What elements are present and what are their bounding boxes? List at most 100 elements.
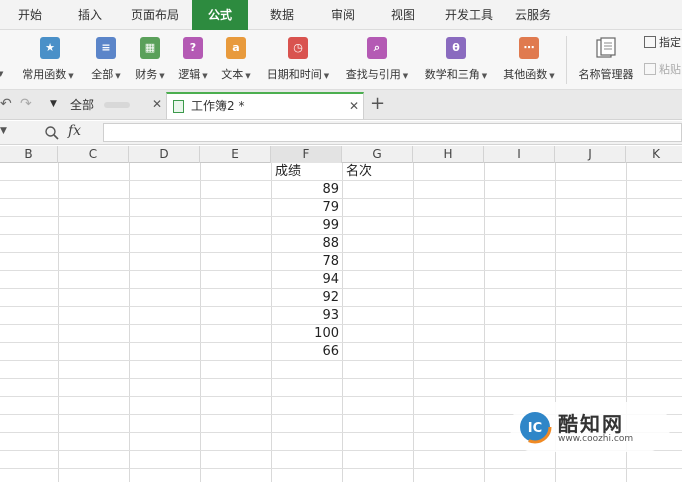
formula-bar: ▼ fx [0, 121, 682, 145]
column-header-k[interactable]: K [626, 146, 682, 163]
new-tab-icon[interactable]: + [370, 93, 385, 114]
score-cell[interactable]: 99 [271, 217, 342, 234]
insert-function-fx-icon[interactable]: fx [68, 123, 81, 139]
insert-function-button[interactable]: ▼ [0, 30, 12, 90]
math-trig-label: 数学和三角 [424, 68, 480, 81]
all-functions-button[interactable]: ≡ 全部 ▼ [86, 30, 126, 90]
chevron-down-icon: ▼ [323, 72, 330, 80]
tab-view[interactable]: 视图 [374, 0, 432, 30]
customize-toolbar-icon[interactable]: ▼ [50, 99, 57, 109]
zoom-icon[interactable] [44, 125, 60, 141]
date-time-button[interactable]: ◷ 日期和时间 ▼ [260, 30, 336, 90]
finance-icon: ▦ [140, 37, 160, 59]
list-icon: ≡ [96, 37, 116, 59]
spreadsheet-file-icon [173, 100, 184, 113]
lookup-reference-label: 查找与引用 [345, 68, 401, 81]
specify-label: 指定 [659, 36, 681, 49]
redo-icon[interactable]: ↷ [20, 96, 32, 112]
insert-function-label: ▼ [0, 66, 12, 79]
specify-icon [644, 36, 656, 48]
column-header-e[interactable]: E [200, 146, 271, 163]
chevron-down-icon: ▼ [0, 70, 4, 78]
name-manager-button[interactable]: 名称管理器 [572, 30, 640, 90]
tab-formulas[interactable]: 公式 [192, 0, 248, 30]
column-header-g[interactable]: G [342, 146, 413, 163]
score-cell[interactable]: 92 [271, 289, 342, 306]
date-time-label: 日期和时间 [266, 68, 322, 81]
tab-cloud[interactable]: 云服务 [504, 0, 562, 30]
magnifier-icon: ⌕ [367, 37, 387, 59]
undo-icon[interactable]: ↶ [0, 96, 12, 112]
paste-button[interactable]: 粘贴 [644, 62, 681, 78]
coozhi-logo-icon: IC [518, 410, 552, 444]
score-cell[interactable]: 79 [271, 199, 342, 216]
watermark: IC 酷知网 www.coozhi.com [510, 402, 670, 452]
formula-input[interactable] [103, 123, 682, 142]
common-functions-label: 常用函数 [22, 68, 67, 81]
column-headers: B C D E F G H I J K [0, 146, 682, 163]
workbook-tab-label: 工作簿2 * [191, 99, 245, 113]
chevron-down-icon: ▼ [202, 72, 208, 80]
column-header-h[interactable]: H [413, 146, 484, 163]
tab-all-documents[interactable]: 全部 ✕ [64, 92, 166, 119]
all-functions-label: 全部 [91, 68, 114, 81]
grid-column-line [413, 163, 414, 482]
paste-label: 粘贴 [659, 63, 681, 76]
column-header-j[interactable]: J [555, 146, 626, 163]
column-header-b[interactable]: B [0, 146, 58, 163]
tab-page-layout[interactable]: 页面布局 [120, 0, 190, 30]
cell-g1[interactable]: 名次 [344, 163, 413, 180]
tab-data[interactable]: 数据 [252, 0, 312, 30]
tab-review[interactable]: 审阅 [314, 0, 372, 30]
chevron-down-icon: ▼ [159, 72, 165, 80]
grid-column-line [342, 163, 343, 482]
grid-column-line [58, 163, 59, 482]
text-a-icon: a [226, 37, 246, 59]
other-functions-button[interactable]: ⋯ 其他函数 ▼ [497, 30, 561, 90]
logic-button[interactable]: ? 逻辑 ▼ [173, 30, 213, 90]
common-functions-button[interactable]: ★ 常用函数 ▼ [22, 30, 74, 90]
all-documents-label: 全部 [70, 98, 95, 112]
text-functions-button[interactable]: a 文本 ▼ [216, 30, 256, 90]
column-header-f[interactable]: F [271, 146, 342, 163]
math-trig-button[interactable]: θ 数学和三角 ▼ [418, 30, 494, 90]
paste-icon [644, 63, 656, 75]
cell-f1[interactable]: 成绩 [273, 163, 342, 180]
text-functions-label: 文本 [221, 68, 244, 81]
finance-label: 财务 [135, 68, 158, 81]
column-header-d[interactable]: D [129, 146, 200, 163]
other-functions-label: 其他函数 [503, 68, 548, 81]
tab-insert[interactable]: 插入 [60, 0, 120, 30]
score-cell[interactable]: 78 [271, 253, 342, 270]
grid-column-line [129, 163, 130, 482]
lookup-reference-button[interactable]: ⌕ 查找与引用 ▼ [339, 30, 415, 90]
chevron-down-icon: ▼ [115, 72, 121, 80]
tab-developer[interactable]: 开发工具 [436, 0, 502, 30]
column-header-c[interactable]: C [58, 146, 129, 163]
column-header-i[interactable]: I [484, 146, 555, 163]
close-icon[interactable]: ✕ [152, 92, 162, 117]
specify-button[interactable]: 指定 [644, 35, 681, 51]
name-manager-icon [596, 37, 616, 58]
score-cell[interactable]: 94 [271, 271, 342, 288]
grid-row-line [0, 378, 682, 379]
close-icon[interactable]: ✕ [349, 94, 359, 119]
grid-row-line [0, 468, 682, 469]
document-tab-bar: ↶ ↷ ▼ 全部 ✕ 工作簿2 * ✕ + [0, 90, 682, 120]
score-cell[interactable]: 89 [271, 181, 342, 198]
name-box-dropdown-icon[interactable]: ▼ [0, 126, 7, 136]
logic-label: 逻辑 [178, 68, 201, 81]
finance-button[interactable]: ▦ 财务 ▼ [130, 30, 170, 90]
watermark-brand: 酷知网 [558, 412, 624, 436]
score-cell[interactable]: 100 [271, 325, 342, 342]
tab-workbook2[interactable]: 工作簿2 * ✕ [166, 92, 364, 119]
star-icon: ★ [40, 37, 60, 59]
clock-icon: ◷ [288, 37, 308, 59]
chevron-down-icon: ▼ [481, 72, 488, 80]
score-cell[interactable]: 93 [271, 307, 342, 324]
menu-bar: 开始 插入 页面布局 公式 数据 审阅 视图 开发工具 云服务 [0, 0, 682, 30]
score-cell[interactable]: 88 [271, 235, 342, 252]
tab-start[interactable]: 开始 [0, 0, 60, 30]
score-cell[interactable]: 66 [271, 343, 342, 360]
more-icon: ⋯ [519, 37, 539, 59]
